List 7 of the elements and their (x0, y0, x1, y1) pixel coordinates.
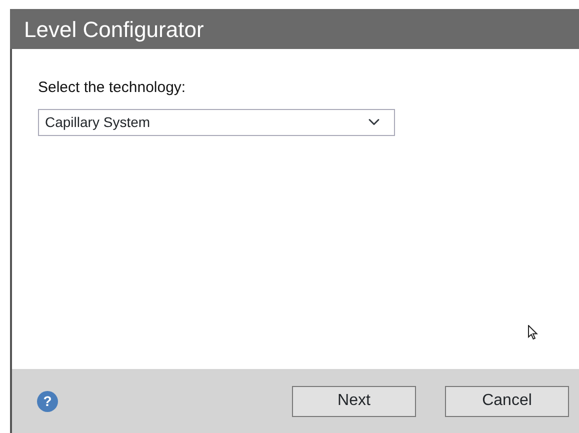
technology-dropdown[interactable]: Capillary System (38, 108, 395, 136)
dialog-button[interactable]: Cancel (445, 386, 569, 416)
mouse-pointer-icon (528, 325, 538, 341)
field-label: Select the technology: (38, 78, 187, 98)
dialog-button[interactable]: Next (292, 386, 416, 416)
help-button[interactable]: ? (37, 390, 58, 412)
window-title: Level Configurator (10, 9, 579, 49)
